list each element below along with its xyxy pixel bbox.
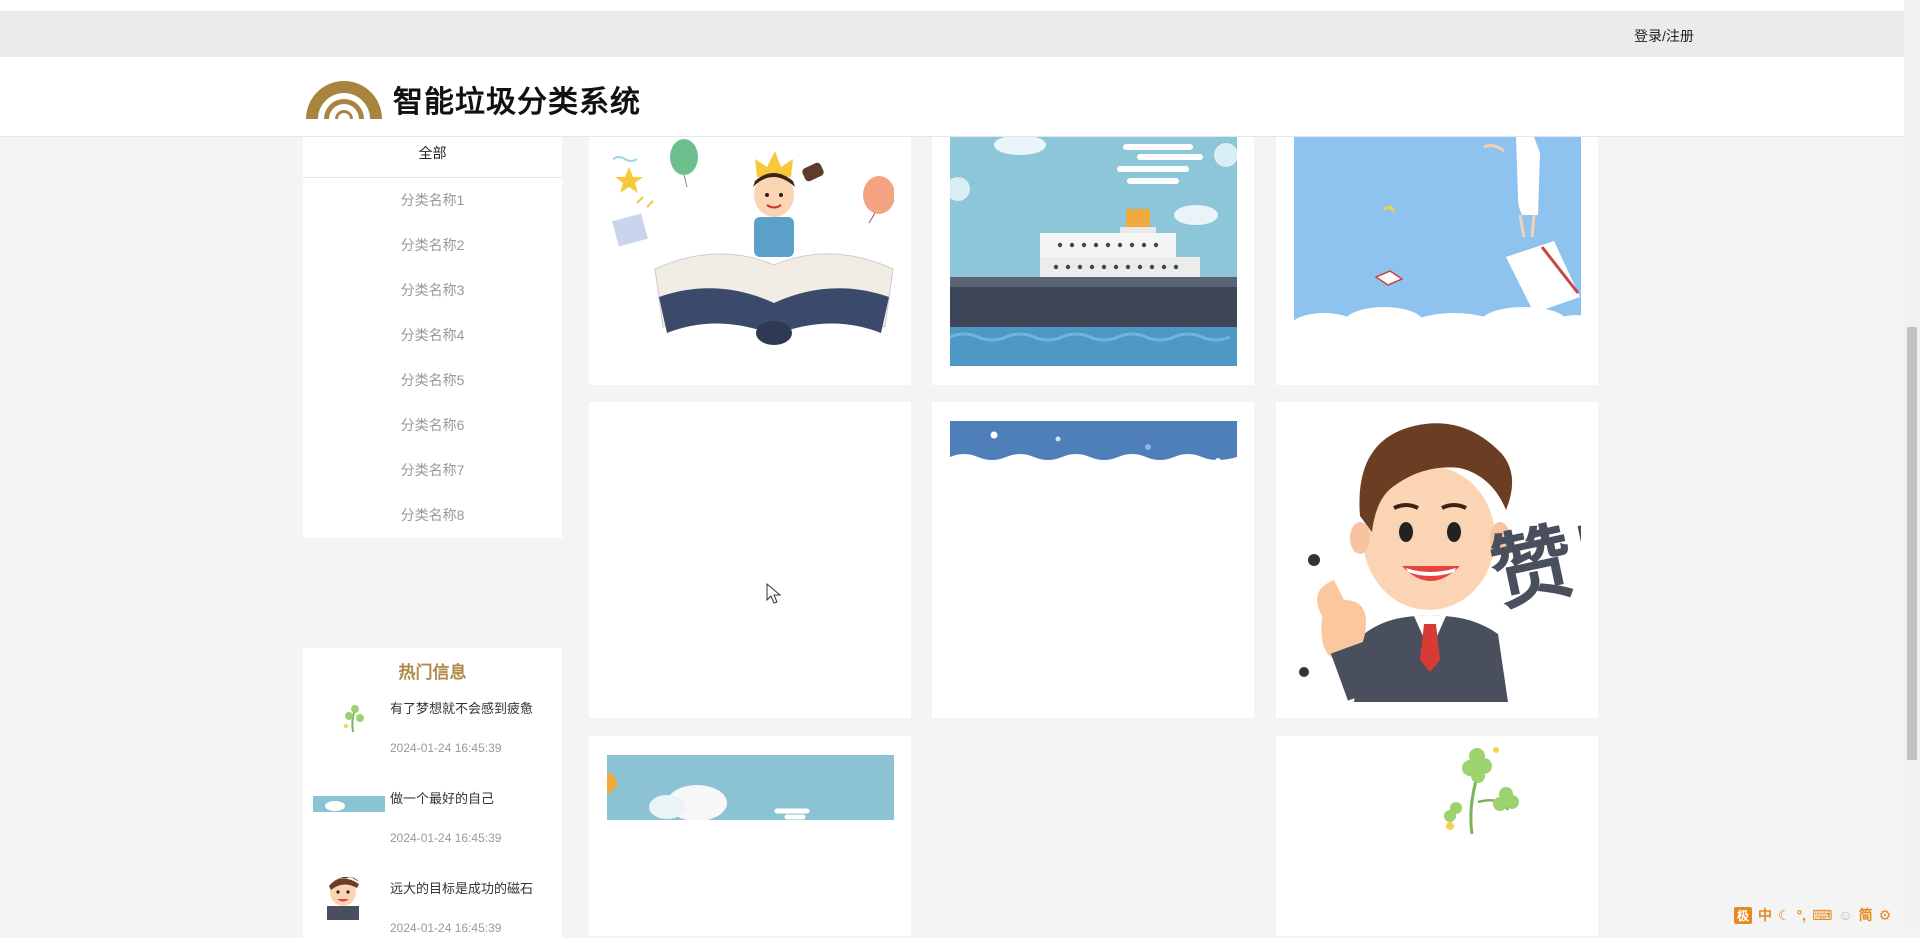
browser-top-strip bbox=[0, 0, 1904, 12]
ime-simplified-mode[interactable]: 简 bbox=[1859, 905, 1873, 925]
ime-punctuation-icon[interactable]: °, bbox=[1797, 907, 1807, 923]
category-item[interactable]: 分类名称6 bbox=[303, 403, 562, 448]
hot-item-text[interactable]: 远大的目标是成功的磁石 bbox=[390, 878, 533, 897]
hot-list-item[interactable]: 做一个最好的自己 2024-01-24 16:45:39 bbox=[303, 778, 562, 868]
card-image-clouds[interactable] bbox=[607, 755, 894, 820]
category-panel: 全部 分类名称1 分类名称2 分类名称3 分类名称4 分类名称5 分类名称6 分… bbox=[303, 137, 562, 538]
ime-user-icon[interactable]: ☺ bbox=[1838, 907, 1852, 923]
hot-thumb-sky[interactable] bbox=[313, 786, 385, 826]
content-card[interactable] bbox=[1276, 736, 1598, 936]
site-header: 智能垃圾分类系统 bbox=[0, 57, 1904, 137]
hot-item-text[interactable]: 做一个最好的自己 bbox=[390, 788, 494, 807]
top-bar: 登录/注册 bbox=[0, 12, 1904, 57]
category-item[interactable]: 分类名称1 bbox=[303, 178, 562, 223]
page-scrollbar[interactable] bbox=[1904, 0, 1920, 928]
hot-info-panel: 热门信息 有了梦想就不会感到疲惫 2024-01-24 16:45:39 做一个… bbox=[303, 648, 562, 938]
category-item[interactable]: 分类名称7 bbox=[303, 448, 562, 493]
category-item[interactable]: 分类名称8 bbox=[303, 493, 562, 538]
card-image-boy-book[interactable] bbox=[607, 137, 894, 352]
hot-info-title: 热门信息 bbox=[398, 663, 467, 682]
category-all[interactable]: 全部 bbox=[303, 137, 562, 178]
card-image-clover[interactable] bbox=[1294, 746, 1581, 836]
ime-logo-badge[interactable]: 极 bbox=[1734, 906, 1753, 924]
content-card[interactable] bbox=[589, 736, 911, 936]
login-register-link[interactable]: 登录/注册 bbox=[1634, 26, 1694, 46]
card-image-thumbs-up-man[interactable]: 赞! bbox=[1294, 420, 1581, 702]
mouse-cursor-icon bbox=[766, 583, 782, 604]
content-card[interactable] bbox=[932, 402, 1254, 718]
logo-arc-icon[interactable] bbox=[304, 73, 384, 123]
scrollbar-thumb[interactable] bbox=[1907, 327, 1917, 760]
content-card[interactable] bbox=[932, 137, 1254, 385]
hot-thumb-businessman[interactable] bbox=[313, 872, 385, 920]
ime-moon-icon[interactable]: ☾ bbox=[1778, 907, 1791, 924]
category-item[interactable]: 分类名称4 bbox=[303, 313, 562, 358]
site-title[interactable]: 智能垃圾分类系统 bbox=[393, 77, 641, 121]
content-card[interactable]: 赞! bbox=[1276, 402, 1598, 718]
hot-list-item[interactable]: 有了梦想就不会感到疲惫 2024-01-24 16:45:39 bbox=[303, 688, 562, 778]
hot-item-text[interactable]: 有了梦想就不会感到疲惫 bbox=[390, 698, 533, 717]
category-item[interactable]: 分类名称2 bbox=[303, 223, 562, 268]
card-image-snowy-banner[interactable] bbox=[950, 421, 1237, 467]
category-item[interactable]: 分类名称3 bbox=[303, 268, 562, 313]
content-card[interactable] bbox=[589, 402, 911, 718]
ime-settings-gear-icon[interactable]: ⚙ bbox=[1879, 907, 1892, 924]
content-card[interactable] bbox=[589, 137, 911, 385]
category-item[interactable]: 分类名称5 bbox=[303, 358, 562, 403]
hot-item-time: 2024-01-24 16:45:39 bbox=[390, 831, 502, 845]
content-card[interactable] bbox=[1276, 137, 1598, 385]
ime-keyboard-icon[interactable]: ⌨ bbox=[1812, 907, 1832, 924]
hot-item-time: 2024-01-24 16:45:39 bbox=[390, 741, 502, 755]
ime-toolbar: 极 中 ☾ °, ⌨ ☺ 简 ⚙ bbox=[1734, 905, 1891, 925]
card-image-girl-sky[interactable] bbox=[1294, 137, 1581, 332]
hot-item-time: 2024-01-24 16:45:39 bbox=[390, 921, 502, 935]
hot-thumb-clover[interactable] bbox=[313, 696, 385, 736]
ime-chinese-mode[interactable]: 中 bbox=[1758, 905, 1772, 925]
card-image-ship[interactable] bbox=[950, 137, 1237, 366]
